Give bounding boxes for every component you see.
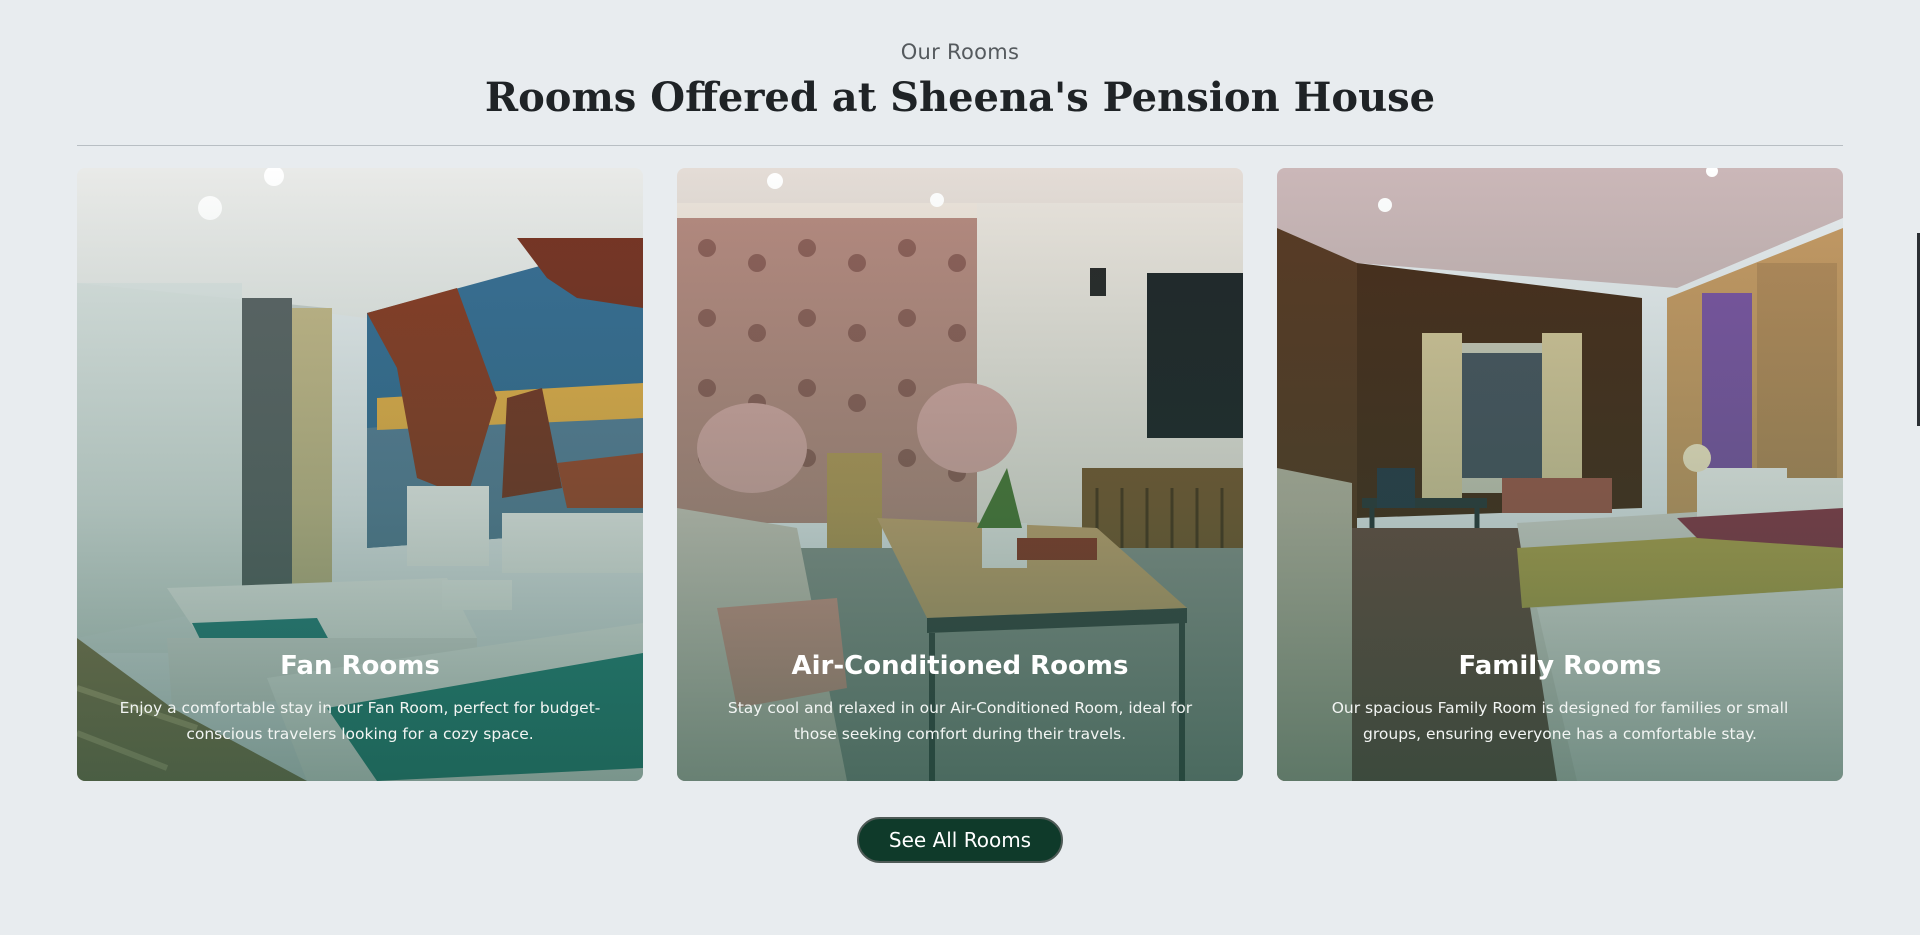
room-card-family[interactable]: Family Rooms Our spacious Family Room is… (1277, 168, 1843, 781)
see-all-rooms-button[interactable]: See All Rooms (857, 817, 1063, 863)
room-card-title: Fan Rooms (280, 651, 440, 681)
room-card-fan[interactable]: Fan Rooms Enjoy a comfortable stay in ou… (77, 168, 643, 781)
section-title: Rooms Offered at Sheena's Pension House (484, 74, 1436, 121)
section-divider (77, 145, 1843, 146)
room-card-title: Family Rooms (1458, 651, 1662, 681)
section-eyebrow: Our Rooms (900, 40, 1020, 64)
room-card-title: Air-Conditioned Rooms (791, 651, 1129, 681)
room-card-aircon[interactable]: Air-Conditioned Rooms Stay cool and rela… (677, 168, 1243, 781)
room-cards: Fan Rooms Enjoy a comfortable stay in ou… (77, 168, 1843, 781)
room-card-description: Stay cool and relaxed in our Air-Conditi… (727, 699, 1193, 743)
room-card-description: Our spacious Family Room is designed for… (1331, 699, 1789, 743)
rooms-section: Our Rooms Rooms Offered at Sheena's Pens… (0, 0, 1920, 935)
room-card-description: Enjoy a comfortable stay in our Fan Room… (119, 699, 601, 743)
